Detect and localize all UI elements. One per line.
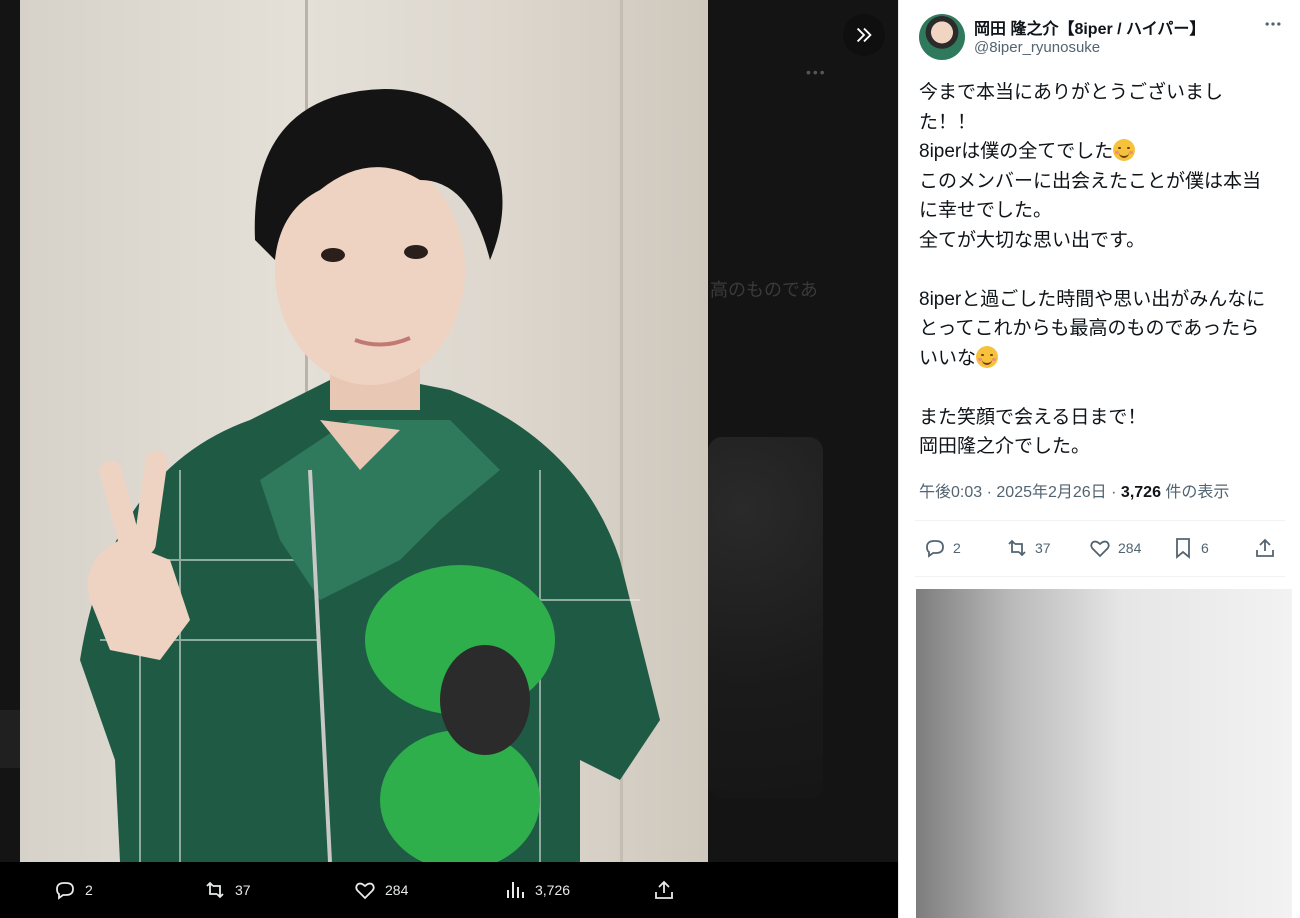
viewer-retweet-count: 37	[235, 882, 251, 898]
share-button[interactable]	[1253, 524, 1277, 572]
viewer-action-bar: 2 37 284 3,726	[0, 862, 898, 918]
media-viewer: 高のものであ ••• 2 37 284 3,726	[0, 0, 898, 918]
bookmark-button[interactable]: 6	[1171, 524, 1209, 572]
avatar[interactable]	[919, 14, 965, 60]
tweet-line: 8iperと過ごした時間や思い出がみんなに	[919, 288, 1266, 310]
views-icon	[507, 882, 524, 898]
tweet-meta: 午後0:03 · 2025年2月26日 · 3,726 件の表示	[919, 478, 1229, 502]
tweet-line: 岡田隆之介でした。	[919, 436, 1091, 457]
author-name[interactable]: 岡田 隆之介【8iper / ハイパー】	[974, 15, 1205, 39]
share-icon	[655, 880, 673, 899]
retweet-icon	[206, 881, 224, 899]
like-button[interactable]: 284	[1088, 524, 1141, 572]
expand-panel-button[interactable]	[843, 14, 885, 56]
tweet-line: 今まで本当にありがとうございまし	[919, 82, 1224, 103]
meta-separator: ·	[986, 484, 992, 501]
tweet-line: に幸せでした。	[919, 200, 1053, 221]
retweet-count: 37	[1035, 540, 1051, 556]
tweet-line: 全てが大切な思い出です。	[919, 229, 1146, 251]
background-photo	[708, 437, 823, 799]
retweet-button[interactable]: 37	[1005, 524, 1051, 572]
like-count: 284	[1118, 540, 1142, 556]
more-icon	[1265, 22, 1281, 26]
tweet-line: 8iperは僕の全てでした	[919, 137, 1289, 167]
background-more-icon: •••	[806, 64, 827, 80]
viewer-views-count: 3,726	[535, 882, 571, 898]
retweet-icon	[1008, 539, 1026, 557]
tweet-line: とってこれからも最高のものであったら	[919, 318, 1260, 339]
blushing-smile-emoji-icon	[1113, 139, 1136, 161]
bookmark-count: 6	[1201, 540, 1209, 556]
reply-count: 2	[953, 540, 961, 556]
meta-separator: ·	[1111, 484, 1117, 501]
reply-media-preview[interactable]	[916, 589, 1292, 918]
tweet-views-label: 件の表示	[1165, 484, 1230, 501]
tweet-line: このメンバーに出会えたことが僕は本当	[919, 170, 1262, 192]
reply-button[interactable]: 2	[923, 524, 961, 572]
tweet-line: いいな	[919, 344, 1289, 374]
background-button-edge	[0, 710, 20, 768]
tweet-views-count: 3,726	[1120, 484, 1161, 501]
tweet-photo[interactable]	[20, 0, 708, 862]
viewer-reply-button[interactable]: 2	[53, 862, 93, 918]
author-handle[interactable]: @8iper_ryunosuke	[974, 39, 1100, 56]
like-icon	[1090, 540, 1110, 558]
tweet-time[interactable]: 午後0:03	[919, 484, 982, 501]
reply-icon	[926, 540, 944, 558]
viewer-views-button[interactable]: 3,726	[503, 862, 570, 918]
viewer-like-button[interactable]: 284	[353, 862, 408, 918]
tweet-line	[919, 255, 1289, 285]
like-icon	[355, 882, 375, 900]
more-options-button[interactable]	[1259, 10, 1287, 38]
viewer-like-count: 284	[385, 882, 409, 898]
tweet-line	[919, 373, 1289, 403]
tweet-line-text: いいな	[919, 347, 977, 369]
viewer-share-button[interactable]	[652, 862, 676, 918]
reply-icon	[56, 882, 74, 900]
background-text: 高のものであ	[710, 280, 818, 300]
divider	[915, 576, 1285, 577]
viewer-retweet-button[interactable]: 37	[203, 862, 251, 918]
share-icon	[1256, 538, 1274, 557]
divider	[915, 520, 1285, 521]
bookmark-icon	[1176, 538, 1190, 559]
viewer-reply-count: 2	[85, 882, 93, 898]
tweet-panel: 岡田 隆之介【8iper / ハイパー】 @8iper_ryunosuke 今ま…	[898, 0, 1300, 918]
tweet-stats: 2 37 284 6	[899, 524, 1300, 572]
person-illustration	[80, 89, 660, 862]
smiling-face-emoji-icon	[976, 345, 999, 368]
tweet-text: 今まで本当にありがとうございまし た！！ 8iperは僕の全てでした このメンバ…	[919, 78, 1289, 462]
tweet-line-text: 8iperは僕の全てでした	[919, 141, 1114, 162]
tweet-line: また笑顔で会える日まで！	[919, 406, 1147, 428]
tweet-date[interactable]: 2025年2月26日	[996, 484, 1106, 501]
tweet-line: た！！	[919, 111, 977, 133]
expand-panel-icon	[856, 27, 872, 43]
